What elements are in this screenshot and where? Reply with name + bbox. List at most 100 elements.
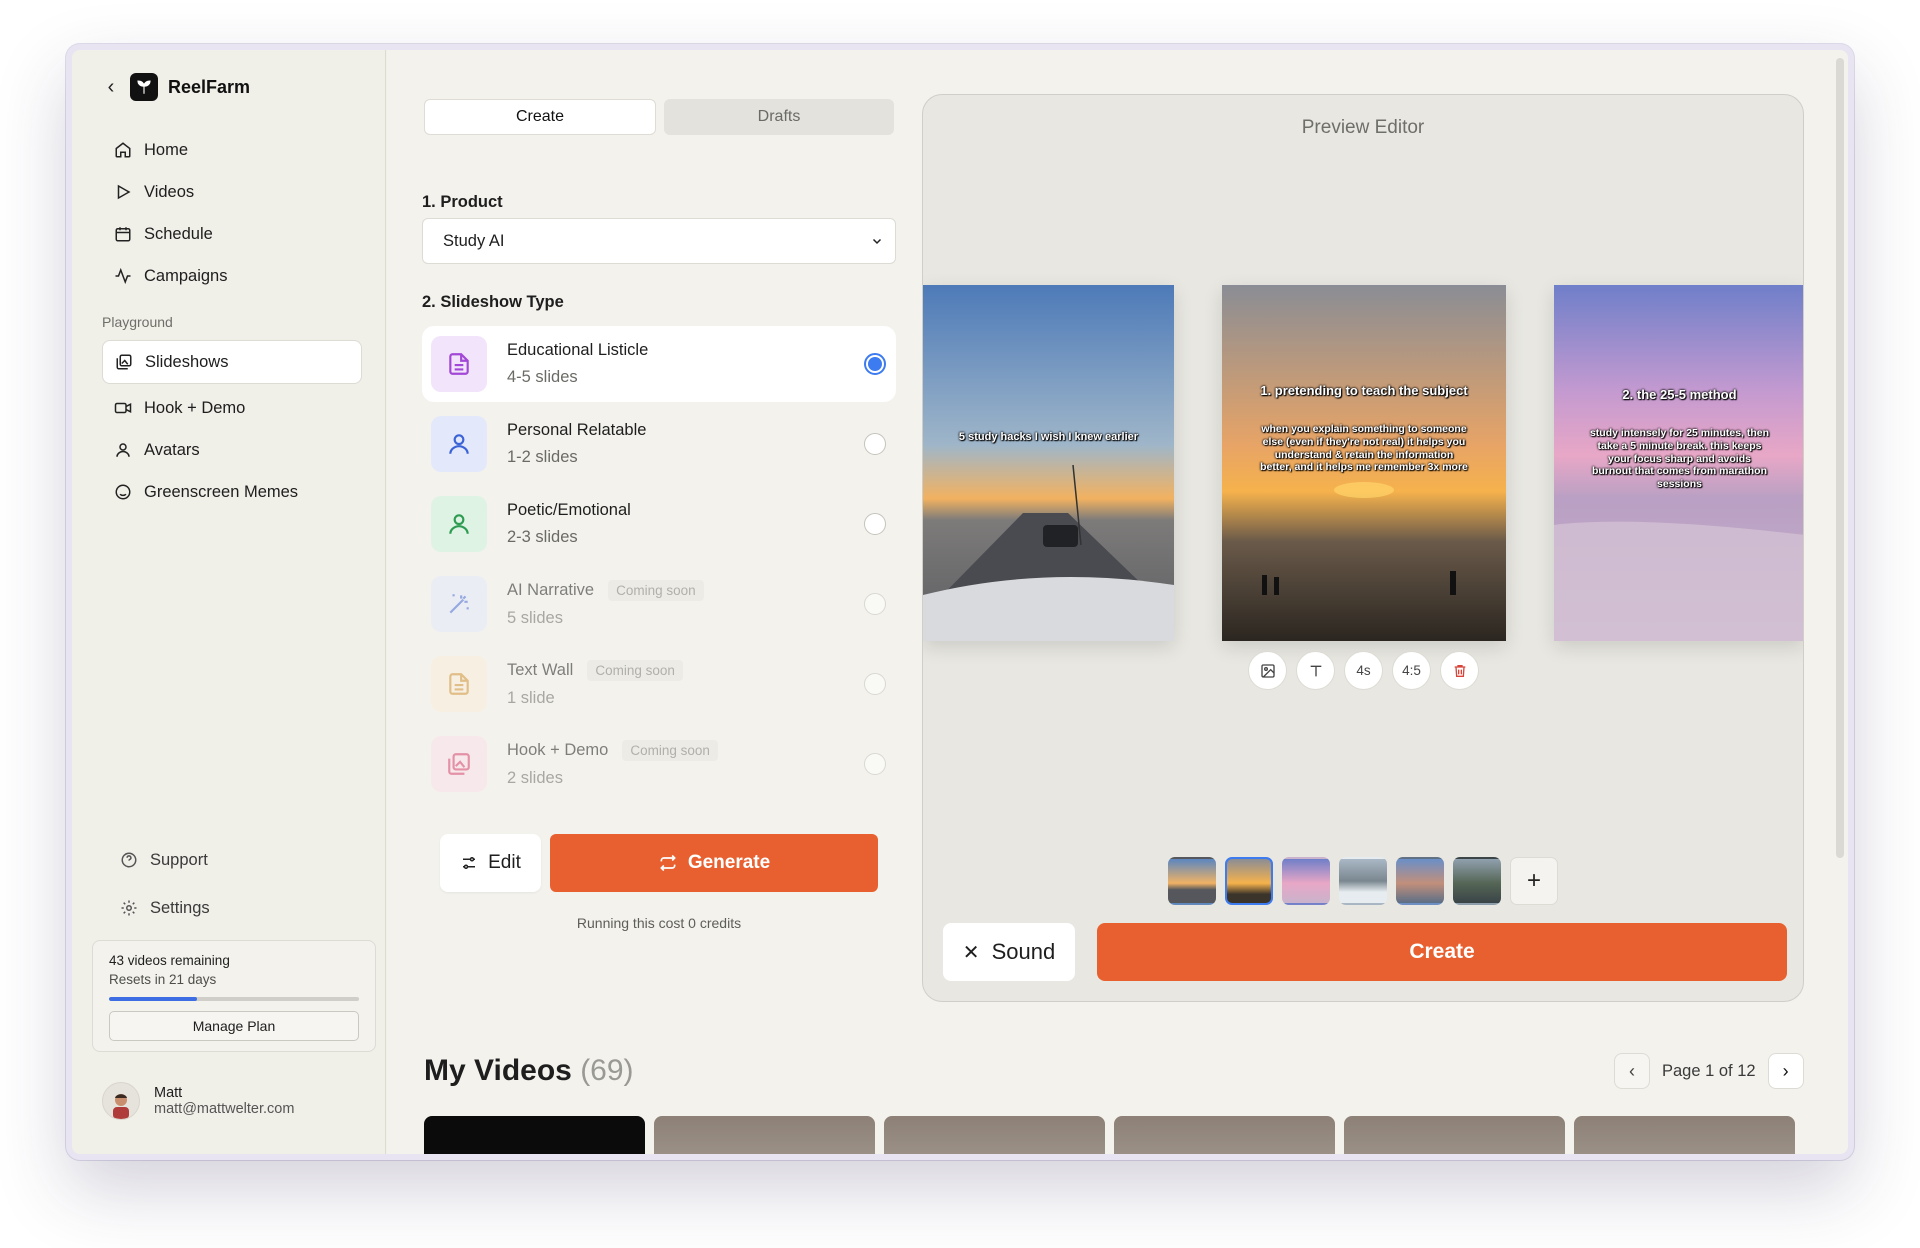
video-grid [424, 1116, 1795, 1154]
video-card[interactable] [424, 1116, 645, 1154]
slideshow-type-ai-narrative: AI Narrative Coming soon 5 slides [422, 566, 896, 642]
slideshow-type-label: 2. Slideshow Type [422, 293, 564, 311]
video-card[interactable] [884, 1116, 1105, 1154]
image-tool-button[interactable] [1248, 651, 1287, 690]
generate-label: Generate [687, 852, 771, 873]
thumbnail-road[interactable] [1168, 857, 1216, 905]
home-icon [115, 142, 131, 158]
nav-item-avatars[interactable]: Avatars [102, 432, 362, 468]
nav-item-campaigns[interactable]: Campaigns [102, 258, 362, 294]
slideshow-type-icon [431, 336, 487, 392]
text-icon [1310, 665, 1321, 676]
section-label-playground: Playground [102, 314, 173, 330]
trash-icon [1454, 664, 1465, 677]
radio-unselected[interactable] [864, 513, 886, 535]
playground-nav: Slideshows Hook + Demo Avatars Greenscre… [102, 340, 362, 516]
repeat-icon [659, 854, 676, 872]
nav-item-hook-demo[interactable]: Hook + Demo [102, 390, 362, 426]
nav-item-videos[interactable]: Videos [102, 174, 362, 210]
video-card[interactable] [654, 1116, 875, 1154]
calendar-icon [115, 227, 131, 242]
slideshow-type-name: Educational Listicle [507, 341, 649, 359]
generate-button[interactable]: Generate [550, 834, 878, 892]
add-slide-button[interactable]: + [1510, 857, 1558, 905]
nav-item-slideshows[interactable]: Slideshows [102, 340, 362, 384]
delete-slide-button[interactable] [1440, 651, 1479, 690]
nav-item-greenscreen-memes[interactable]: Greenscreen Memes [102, 474, 362, 510]
chevron-right-icon: › [1782, 1060, 1789, 1081]
edit-label: Edit [488, 852, 521, 873]
thumbnail-mountain[interactable] [1453, 857, 1501, 905]
thumbnail-arch[interactable] [1396, 857, 1444, 905]
coming-soon-badge: Coming soon [608, 580, 704, 601]
thumbnail-waves[interactable] [1339, 857, 1387, 905]
radio-unselected[interactable] [864, 433, 886, 455]
slideshow-type-name: Hook + Demo [507, 741, 609, 759]
activity-icon [115, 267, 131, 285]
product-select-value: Study AI [443, 231, 505, 250]
pagination: ‹ Page 1 of 12 › [1614, 1052, 1804, 1090]
app-window: ‹ ReelFarm Home Videos Schedule Campaign… [66, 44, 1854, 1160]
plus-icon: + [1526, 867, 1541, 894]
nav-item-home[interactable]: Home [102, 132, 362, 168]
image-icon [1260, 663, 1275, 678]
thumbnail-beach-sunset[interactable] [1225, 857, 1273, 905]
tab-drafts[interactable]: Drafts [664, 99, 894, 135]
video-icon [114, 402, 132, 414]
nav-item-settings[interactable]: Settings [108, 890, 368, 926]
slideshow-type-icon [431, 656, 487, 712]
video-card[interactable] [1114, 1116, 1335, 1154]
help-circle-icon [121, 852, 137, 868]
slideshow-type-personal-relatable[interactable]: Personal Relatable 1-2 slides [422, 406, 896, 482]
text-tool-button[interactable] [1296, 651, 1335, 690]
product-select[interactable]: Study AI [422, 218, 896, 264]
nav-item-support[interactable]: Support [108, 842, 368, 878]
slideshow-type-slides: 1 slide [507, 689, 555, 707]
slide-teach[interactable]: 1. pretending to teach the subject when … [1222, 285, 1506, 641]
slide-road[interactable]: 5 study hacks I wish I knew earlier [923, 285, 1174, 641]
user-email: matt@mattwelter.com [154, 1101, 295, 1117]
nav-label: Avatars [144, 440, 200, 459]
slide-body: study intensely for 25 minutes, then tak… [1589, 427, 1770, 491]
radio-disabled [864, 673, 886, 695]
back-chevron-icon[interactable]: ‹ [102, 76, 120, 99]
nav-label: Hook + Demo [144, 398, 246, 417]
manage-plan-button[interactable]: Manage Plan [109, 1011, 359, 1041]
user-profile[interactable]: Matt matt@mattwelter.com [102, 1082, 294, 1120]
slideshow-type-slides: 1-2 slides [507, 448, 578, 466]
slide-thumbnails: + [1168, 857, 1558, 905]
thumbnail-pastel-beach[interactable] [1282, 857, 1330, 905]
editor-tabs: Create Drafts [424, 99, 894, 135]
plan-reset-text: Resets in 21 days [109, 972, 217, 987]
slideshow-type-poetic-emotional[interactable]: Poetic/Emotional 2-3 slides [422, 486, 896, 562]
video-card[interactable] [1574, 1116, 1795, 1154]
slide-heading: 2. the 25-5 method [1622, 387, 1737, 402]
radio-selected[interactable] [864, 353, 886, 375]
videos-remaining: 43 videos remaining [109, 953, 230, 968]
my-videos-title: My Videos [424, 1054, 572, 1087]
slideshow-type-slides: 4-5 slides [507, 368, 578, 386]
product-label: 1. Product [422, 193, 503, 211]
user-name: Matt [154, 1085, 183, 1101]
sound-button[interactable]: ✕ Sound [943, 923, 1075, 981]
tab-create[interactable]: Create [424, 99, 656, 135]
create-button[interactable]: Create [1097, 923, 1787, 981]
duration-button[interactable]: 4s [1344, 651, 1383, 690]
scrollbar[interactable] [1836, 58, 1844, 858]
images-icon [448, 753, 470, 775]
prev-page-button[interactable]: ‹ [1614, 1053, 1650, 1089]
sidebar: ‹ ReelFarm Home Videos Schedule Campaign… [72, 50, 386, 1154]
edit-button[interactable]: Edit [440, 834, 541, 892]
nav-item-schedule[interactable]: Schedule [102, 216, 362, 252]
slide-method[interactable]: 2. the 25-5 method study intensely for 2… [1554, 285, 1803, 641]
slideshow-type-icon [431, 496, 487, 552]
my-videos-count: (69) [580, 1054, 634, 1087]
slideshow-type-educational-listicle[interactable]: Educational Listicle 4-5 slides [422, 326, 896, 402]
aspect-ratio-button[interactable]: 4:5 [1392, 651, 1431, 690]
video-card[interactable] [1344, 1116, 1565, 1154]
next-page-button[interactable]: › [1767, 1053, 1804, 1089]
document-icon [449, 673, 469, 695]
radio-disabled [864, 593, 886, 615]
coming-soon-badge: Coming soon [587, 660, 683, 681]
gear-icon [121, 900, 137, 916]
